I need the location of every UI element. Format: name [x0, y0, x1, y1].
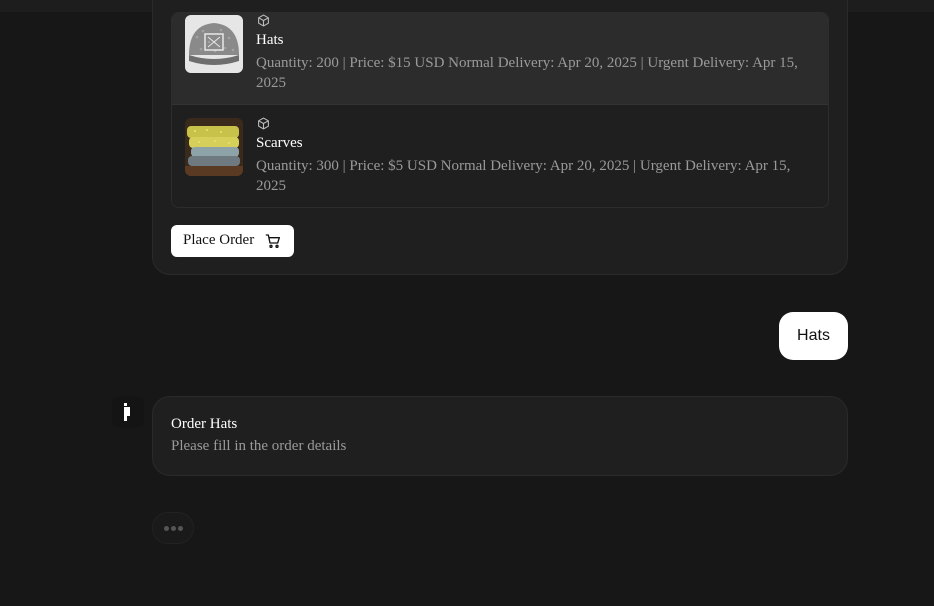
package-icon — [257, 117, 270, 130]
order-form-title: Order Hats — [171, 416, 238, 432]
product-name: Scarves — [256, 135, 303, 151]
typing-indicator — [152, 512, 194, 544]
shopping-cart-icon — [265, 233, 281, 249]
product-selection-card: Hats Quantity: 200 | Price: $15 USD Norm… — [152, 0, 848, 275]
product-item-hats[interactable]: Hats Quantity: 200 | Price: $15 USD Norm… — [172, 13, 828, 105]
order-form-card: Order Hats Please fill in the order deta… — [152, 396, 848, 476]
package-icon — [257, 14, 270, 27]
typing-dots-icon — [171, 526, 176, 531]
user-message-bubble: Hats — [779, 312, 848, 360]
product-list: Hats Quantity: 200 | Price: $15 USD Norm… — [171, 12, 829, 208]
typing-dots-icon — [164, 526, 169, 531]
typing-dots-icon — [178, 526, 183, 531]
assistant-avatar-icon — [112, 396, 144, 428]
scarves-image — [185, 118, 243, 176]
place-order-label: Place Order — [183, 232, 255, 248]
hat-image — [185, 15, 243, 73]
product-item-scarves[interactable]: Scarves Quantity: 300 | Price: $5 USD No… — [172, 105, 828, 207]
product-name: Hats — [256, 32, 284, 48]
product-details: Quantity: 200 | Price: $15 USD Normal De… — [256, 55, 798, 91]
product-details: Quantity: 300 | Price: $5 USD Normal Del… — [256, 158, 791, 194]
place-order-button[interactable]: Place Order — [171, 225, 294, 257]
order-form-subtitle: Please fill in the order details — [171, 438, 347, 454]
